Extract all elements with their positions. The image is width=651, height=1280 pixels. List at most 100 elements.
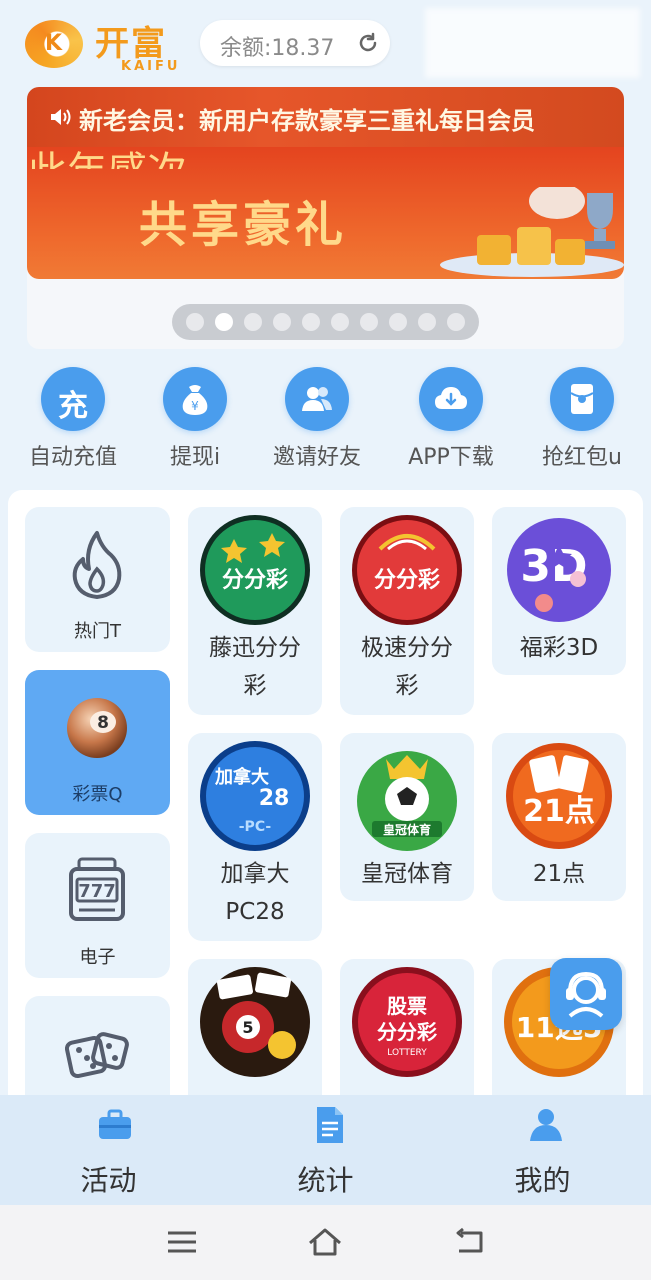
carousel-dot[interactable]	[331, 313, 349, 331]
quick-red-envelope[interactable]: 抢红包u	[517, 365, 647, 475]
refresh-icon[interactable]	[356, 31, 380, 55]
system-nav-bar	[0, 1205, 651, 1280]
quick-actions: 充 自动充值 ¥ 提现i 邀请好友 APP下载 抢红包u	[0, 365, 651, 475]
dice-icon	[65, 1032, 129, 1079]
carousel-dot[interactable]	[186, 313, 204, 331]
category-label: 彩票Q	[72, 784, 123, 805]
fucai-3d-icon: 3D	[507, 518, 611, 622]
game-name: 福彩3D	[492, 629, 626, 667]
category-hot[interactable]: 热门T	[25, 507, 170, 652]
logo-mark-icon: K	[25, 20, 83, 68]
game-name-line1: 福彩3D	[519, 635, 599, 661]
carousel-dot[interactable]	[215, 313, 233, 331]
quick-app-download[interactable]: APP下载	[386, 365, 516, 475]
game-tengxun-ffc[interactable]: 分分彩 藤迅分分 彩	[188, 507, 322, 715]
quick-label: 自动充值	[28, 445, 117, 470]
document-icon	[317, 1107, 343, 1143]
nav-label: 活动	[80, 1164, 137, 1197]
recharge-icon: 充	[41, 367, 105, 431]
coins-trophy-icon	[440, 187, 624, 277]
svg-text:分分彩: 分分彩	[377, 1020, 437, 1044]
notice-bar[interactable]: 新老会员：新用户存款豪享三重礼每日会员	[27, 87, 624, 147]
svg-text:¥: ¥	[191, 399, 199, 413]
carousel-dots	[172, 304, 479, 340]
lottery-ball-icon: 8	[67, 698, 127, 758]
nav-activities[interactable]: 活动	[0, 1095, 217, 1205]
crown-sports-icon: 皇冠体育	[357, 751, 457, 851]
game-name-line1: 加拿大	[220, 861, 290, 887]
customer-service-button[interactable]	[550, 958, 622, 1030]
carousel-dot[interactable]	[418, 313, 436, 331]
svg-text:21点: 21点	[523, 794, 595, 829]
svg-text:皇冠体育: 皇冠体育	[383, 822, 431, 837]
briefcase-icon	[99, 1109, 131, 1139]
app-header: K 开富 KAIFU 余额:18.37	[0, 0, 651, 85]
red-envelope-icon	[550, 367, 614, 431]
notice-text: 新老会员：新用户存款豪享三重礼每日会员	[79, 107, 535, 135]
quick-label: 抢红包u	[542, 445, 622, 470]
slot-machine-icon: 777	[69, 857, 125, 921]
quick-withdraw[interactable]: ¥ 提现i	[130, 365, 260, 475]
quick-invite[interactable]: 邀请好友	[252, 365, 382, 475]
menu-icon[interactable]	[164, 1227, 200, 1257]
balance-display[interactable]: 余额:18.37	[200, 20, 390, 66]
game-name-line2: PC28	[225, 899, 285, 925]
stock-ffc-icon: 股票 分分彩 LOTTERY	[352, 967, 462, 1077]
game-name-line2: 彩	[243, 673, 267, 699]
game-name: 加拿大 PC28	[188, 855, 322, 931]
money-bag-icon: ¥	[163, 367, 227, 431]
quick-label: 邀请好友	[272, 445, 361, 470]
promo-banner[interactable]: 新老会员：新用户存款豪享三重礼每日会员 此年感次 共享豪礼	[27, 87, 624, 349]
game-blackjack-21[interactable]: 21点 21点	[492, 733, 626, 901]
game-crown-sports[interactable]: 皇冠体育 皇冠体育	[340, 733, 474, 901]
svg-text:8: 8	[97, 713, 109, 733]
svg-text:加拿大: 加拿大	[214, 766, 269, 788]
carousel-dot[interactable]	[447, 313, 465, 331]
svg-text:28: 28	[259, 786, 290, 811]
game-jisu-ffc[interactable]: 分分彩 极速分分 彩	[340, 507, 474, 715]
banner-image[interactable]: 此年感次 共享豪礼	[27, 147, 624, 279]
category-electronic[interactable]: 777 电子	[25, 833, 170, 978]
nav-statistics[interactable]: 统计	[217, 1095, 434, 1205]
game-lottery-balls[interactable]: 5	[188, 959, 322, 1100]
invite-friends-icon	[285, 367, 349, 431]
user-icon	[530, 1109, 562, 1141]
game-name: 21点	[492, 855, 626, 893]
cloud-download-icon	[419, 367, 483, 431]
blackjack-21-icon: 21点	[506, 743, 612, 849]
flame-icon	[72, 531, 122, 599]
carousel-dot[interactable]	[389, 313, 407, 331]
lottery-balls-icon: 5	[200, 967, 310, 1077]
carousel-dot[interactable]	[302, 313, 320, 331]
game-canada-pc28[interactable]: 加拿大 28 -PC- 加拿大 PC28	[188, 733, 322, 941]
svg-text:股票: 股票	[387, 994, 427, 1018]
recharge-glyph: 充	[58, 389, 88, 424]
game-name: 皇冠体育	[340, 855, 474, 893]
game-name-line1: 21点	[532, 861, 586, 887]
nav-profile[interactable]: 我的	[434, 1095, 651, 1205]
category-lottery[interactable]: 8 彩票Q	[25, 670, 170, 815]
game-name: 极速分分 彩	[340, 629, 474, 705]
back-icon[interactable]	[451, 1227, 487, 1257]
game-stock-ffc[interactable]: 股票 分分彩 LOTTERY	[340, 959, 474, 1100]
bottom-nav: 活动 统计 我的	[0, 1095, 651, 1205]
canada-pc28-icon: 加拿大 28 -PC-	[200, 741, 310, 851]
logo-mark-letter: K	[45, 31, 63, 56]
svg-text:分分彩: 分分彩	[222, 568, 288, 593]
game-name: 藤迅分分 彩	[188, 629, 322, 705]
ffc-green-icon: 分分彩	[200, 515, 310, 625]
carousel-dot[interactable]	[273, 313, 291, 331]
home-icon[interactable]	[307, 1227, 343, 1257]
category-dice[interactable]	[25, 996, 170, 1100]
carousel-dot[interactable]	[360, 313, 378, 331]
ffc-red-icon: 分分彩	[352, 515, 462, 625]
banner-topline: 此年感次	[27, 139, 327, 169]
svg-text:777: 777	[78, 881, 116, 902]
carousel-dot[interactable]	[244, 313, 262, 331]
svg-text:5: 5	[242, 1018, 253, 1037]
logo-text-cn: 开富	[95, 24, 167, 64]
game-fucai-3d[interactable]: 3D 福彩3D	[492, 507, 626, 675]
game-name-line1: 极速分分	[361, 635, 453, 661]
quick-recharge[interactable]: 充 自动充值	[8, 365, 138, 475]
nav-label: 我的	[514, 1164, 571, 1197]
